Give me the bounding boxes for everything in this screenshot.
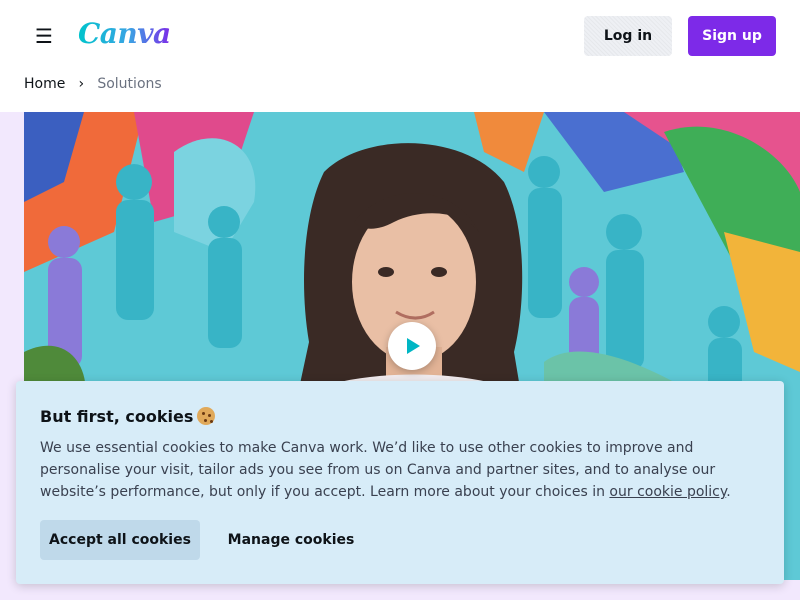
manage-cookies-button[interactable]: Manage cookies — [216, 520, 366, 560]
menu-icon[interactable]: ☰ — [32, 24, 56, 48]
breadcrumb-home-link[interactable]: Home — [24, 72, 65, 96]
site-header: ☰ Canva Log in Sign up — [0, 0, 800, 72]
cookie-title-text: But first, cookies — [40, 407, 194, 426]
play-icon — [407, 338, 420, 354]
login-button[interactable]: Log in — [584, 16, 672, 56]
play-button[interactable] — [388, 322, 436, 370]
cookie-banner-title: But first, cookies — [40, 405, 216, 429]
chevron-right-icon: › — [78, 76, 85, 92]
cookie-banner-text: We use essential cookies to make Canva w… — [40, 437, 764, 503]
canva-logo[interactable]: Canva — [78, 14, 171, 54]
cookie-policy-link[interactable]: our cookie policy — [609, 484, 726, 500]
cookie-banner: But first, cookies We use essential cook… — [16, 381, 784, 584]
cookie-icon — [197, 407, 216, 425]
cookie-body-end: . — [726, 484, 731, 500]
signup-button[interactable]: Sign up — [688, 16, 776, 56]
breadcrumb-current: Solutions — [97, 76, 162, 92]
breadcrumb: Home › Solutions — [24, 72, 162, 96]
accept-all-cookies-button[interactable]: Accept all cookies — [40, 520, 200, 560]
